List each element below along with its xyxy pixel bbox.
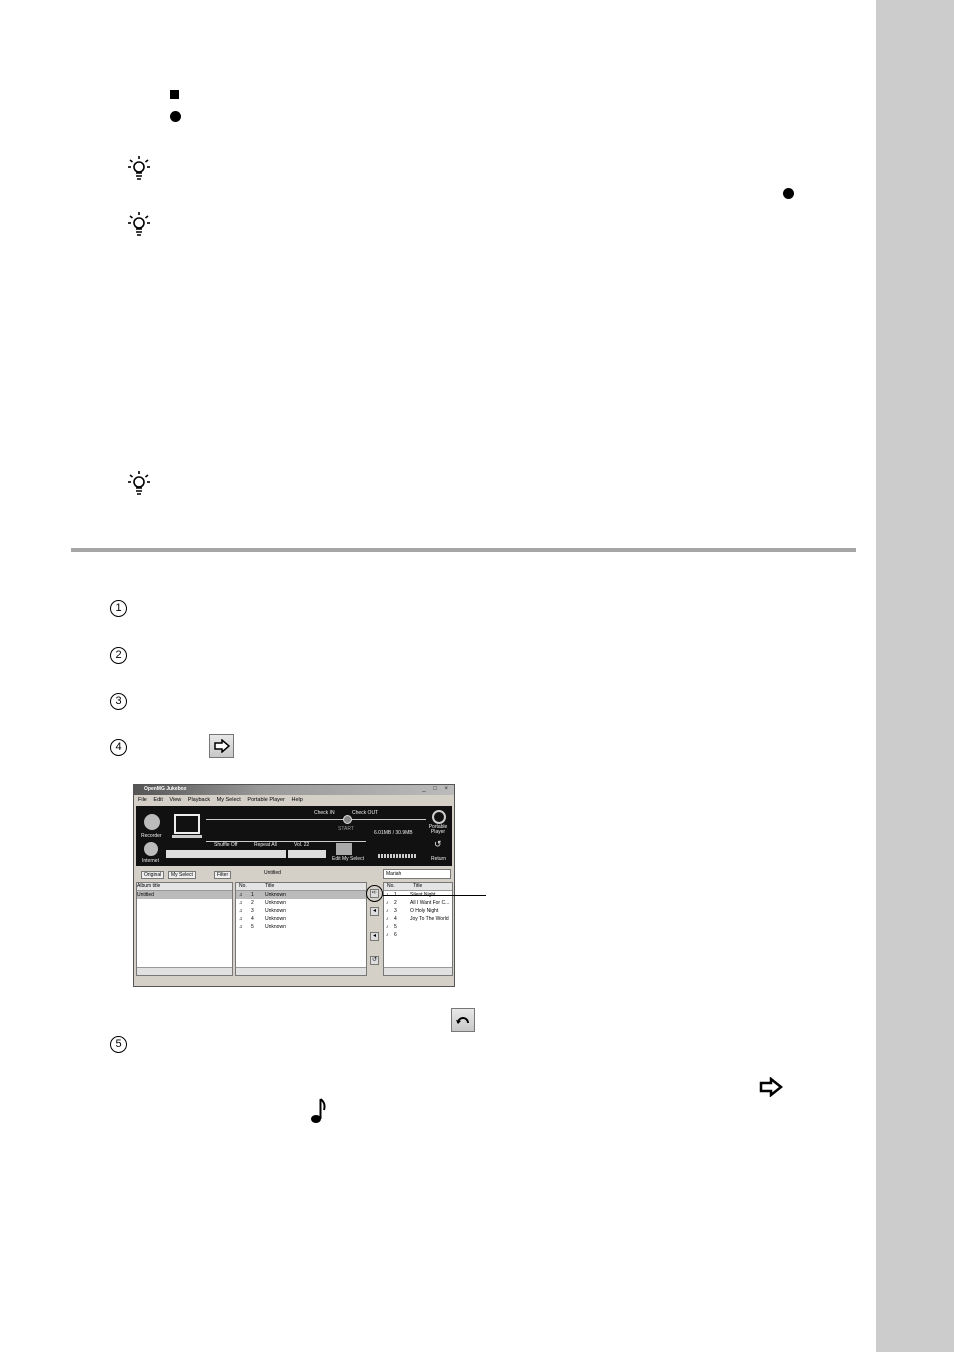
- music-note-icon: ♪: [386, 908, 389, 914]
- track-row[interactable]: ♫ 4 Unknown: [236, 915, 366, 923]
- edit-icon[interactable]: [336, 843, 352, 855]
- record-dot-icon: [783, 188, 794, 199]
- tab-my-select[interactable]: My Select: [168, 871, 196, 879]
- music-note-icon: [311, 1098, 326, 1123]
- track-row[interactable]: ♫ 5 Unknown: [236, 923, 366, 931]
- hint-bulb-icon: [128, 156, 150, 180]
- menu-portable-player[interactable]: Portable Player: [247, 797, 285, 803]
- device-title-header[interactable]: Title: [413, 883, 422, 889]
- transfer-button[interactable]: [209, 734, 234, 758]
- track-row[interactable]: ♫ 1 Unknown: [236, 891, 366, 899]
- internet-icon[interactable]: [144, 842, 158, 856]
- return-label: Return: [431, 856, 447, 862]
- headphones-icon[interactable]: [432, 810, 446, 824]
- step-number-5: 5: [110, 1036, 127, 1053]
- album-scrollbar[interactable]: [137, 967, 232, 975]
- music-note-icon: ♫: [239, 916, 243, 922]
- record-dot-icon: [170, 111, 181, 122]
- music-note-icon: ♪: [386, 932, 389, 938]
- device-row[interactable]: ♪ 5: [384, 923, 452, 931]
- music-note-icon: ♫: [239, 892, 243, 898]
- device-list-header: No. Title: [384, 883, 452, 891]
- menu-bar: File Edit View Playback My Select Portab…: [138, 797, 308, 803]
- album-list: Album title Untitled: [136, 882, 233, 976]
- music-note-icon: ♪: [386, 916, 389, 922]
- level-meter: [378, 854, 416, 858]
- track-scrollbar[interactable]: [236, 967, 366, 975]
- music-note-icon: ♫: [239, 908, 243, 914]
- device-scrollbar[interactable]: [384, 967, 452, 975]
- undo-button[interactable]: [451, 1008, 475, 1032]
- hint-bulb-icon: [128, 212, 150, 236]
- start-knob[interactable]: [343, 815, 352, 824]
- menu-playback[interactable]: Playback: [188, 797, 210, 803]
- step-number-1: 1: [110, 600, 127, 617]
- volume-readout: Vol. 22: [294, 842, 310, 848]
- device-row[interactable]: ♪ 3 O Holy Night: [384, 907, 452, 915]
- callout-line: [383, 895, 486, 896]
- portable-player-label: Portable Player: [428, 824, 448, 835]
- start-label: START: [338, 826, 354, 832]
- music-note-icon: ♪: [386, 924, 389, 930]
- device-track-list: No.Title ♪1Silent Night ♪2All I Want For…: [383, 882, 453, 976]
- return-icon[interactable]: ↺: [434, 839, 442, 850]
- transfer-button[interactable]: ➪: [370, 889, 379, 898]
- control-panel: Recorder Internet Check IN Check OUT STA…: [136, 806, 452, 866]
- music-note-icon: ♫: [239, 900, 243, 906]
- track-title-header[interactable]: Title: [265, 883, 274, 889]
- computer-icon: [174, 814, 200, 834]
- track-list-header: No. Title: [236, 883, 366, 891]
- window-controls[interactable]: _ □ ×: [422, 786, 451, 792]
- step-number-3: 3: [110, 693, 127, 710]
- right-arrow-icon: [213, 739, 230, 753]
- edit-my-select-label: Edit My Select: [332, 856, 364, 862]
- album-list-header[interactable]: Album title: [137, 883, 232, 891]
- transfer-back-button[interactable]: ◂: [370, 907, 379, 916]
- device-title-field[interactable]: Mariah: [383, 869, 451, 879]
- track-no-header[interactable]: No.: [236, 883, 265, 890]
- app-window: OpenMG Jukebox _ □ × File Edit View Play…: [133, 784, 455, 987]
- section-divider: [71, 548, 856, 552]
- menu-help[interactable]: Help: [291, 797, 302, 803]
- right-arrow-icon: [759, 1077, 783, 1097]
- album-item[interactable]: Untitled: [137, 891, 232, 899]
- undo-button[interactable]: ↺: [370, 956, 379, 965]
- delete-button[interactable]: ◂: [370, 932, 379, 941]
- stop-square-icon: [170, 90, 179, 99]
- step-number-4: 4: [110, 739, 127, 756]
- device-row[interactable]: ♪ 6: [384, 931, 452, 939]
- check-out-label: Check OUT: [352, 810, 379, 816]
- device-row[interactable]: ♪ 4 Joy To The World: [384, 915, 452, 923]
- transfer-line: [206, 819, 426, 820]
- side-tab-bar: [876, 0, 954, 1352]
- transport-controls[interactable]: [166, 850, 286, 858]
- recorder-label: Recorder: [141, 833, 162, 839]
- step-number-2: 2: [110, 647, 127, 664]
- menu-my-select[interactable]: My Select: [217, 797, 241, 803]
- hint-bulb-icon: [128, 471, 150, 495]
- keyboard-icon: [172, 835, 202, 838]
- recorder-icon[interactable]: [144, 814, 160, 830]
- device-no-header[interactable]: No.: [384, 883, 413, 890]
- return-arrow-icon: [456, 1017, 469, 1024]
- album-name-label: Untitled: [264, 870, 281, 876]
- track-row[interactable]: ♫ 2 Unknown: [236, 899, 366, 907]
- tab-original[interactable]: Original: [141, 871, 165, 879]
- menu-edit[interactable]: Edit: [153, 797, 162, 803]
- window-title: OpenMG Jukebox: [144, 786, 187, 792]
- internet-label: Internet: [142, 858, 159, 864]
- check-in-label: Check IN: [314, 810, 335, 816]
- volume-slider[interactable]: [288, 850, 326, 858]
- track-row[interactable]: ♫ 3 Unknown: [236, 907, 366, 915]
- capacity-readout: 6.01MB / 30.9MB: [374, 830, 413, 836]
- music-note-icon: ♪: [386, 900, 389, 906]
- repeat-setting[interactable]: Repeat All: [254, 842, 277, 848]
- shuffle-setting[interactable]: Shuffle Off: [214, 842, 237, 848]
- menu-file[interactable]: File: [138, 797, 147, 803]
- device-row[interactable]: ♪ 2 All I Want For C...: [384, 899, 452, 907]
- track-list: No. Title ♫ 1 Unknown ♫ 2 Unknown ♫ 3 Unknown ♫…: [235, 882, 367, 976]
- music-note-icon: ♫: [239, 924, 243, 930]
- filter-button[interactable]: Filter: [214, 871, 232, 879]
- menu-view[interactable]: View: [169, 797, 181, 803]
